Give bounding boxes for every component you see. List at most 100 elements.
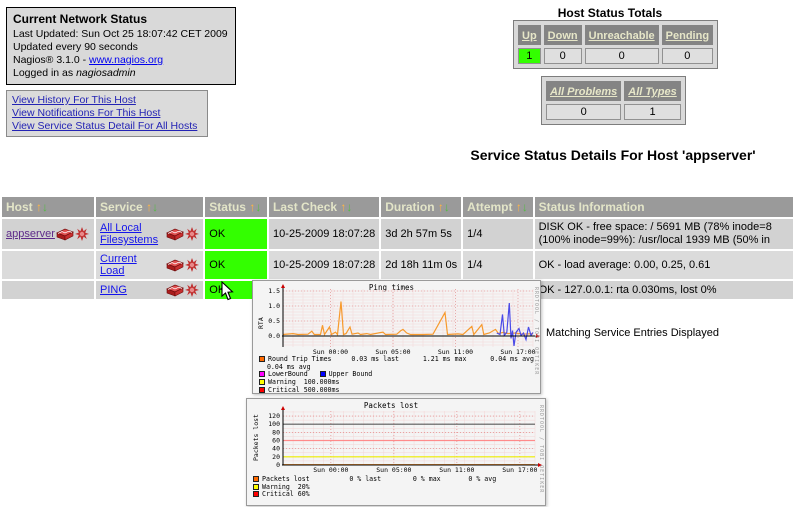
totals-header-unreachable[interactable]: Unreachable xyxy=(585,25,659,45)
table-row: appserver All Local Filesystems OK 10-25… xyxy=(2,219,793,249)
graph-legend: Packets lost 0 % last 0 % max 0 % avgWar… xyxy=(253,476,496,499)
last-check-cell: 10-25-2009 18:07:28 xyxy=(269,219,379,249)
service-cell: PING xyxy=(96,281,203,299)
host-totals-summary-table: All Problems All Types 0 1 xyxy=(541,76,686,125)
totals-up-count: 1 xyxy=(518,48,541,64)
service-link-ping[interactable]: PING xyxy=(100,284,163,296)
page-title: Service Status Details For Host 'appserv… xyxy=(430,147,795,163)
service-link-all-local-filesystems[interactable]: All Local Filesystems xyxy=(100,222,163,246)
view-service-status-link[interactable]: View Service Status Detail For All Hosts xyxy=(12,120,202,133)
view-notifications-link[interactable]: View Notifications For This Host xyxy=(12,107,202,120)
host-extinfo-icon[interactable] xyxy=(74,228,89,240)
svg-text:0: 0 xyxy=(276,461,280,469)
totals-header-all-types[interactable]: All Types xyxy=(624,81,681,101)
svg-text:40: 40 xyxy=(272,445,280,453)
host-commands-box: View History For This Host View Notifica… xyxy=(6,90,208,137)
view-history-link[interactable]: View History For This Host xyxy=(12,94,202,107)
svg-text:120: 120 xyxy=(268,412,280,420)
service-cell: Current Load xyxy=(96,251,203,279)
host-cell xyxy=(2,281,94,299)
rrdtool-watermark: RRDTOOL / TOBI OETIKER xyxy=(533,287,539,375)
last-check-cell: 10-25-2009 18:07:28 xyxy=(269,251,379,279)
service-link-current-load[interactable]: Current Load xyxy=(100,253,163,277)
totals-all-types-count: 1 xyxy=(624,104,681,120)
sort-down-icon: ↓ xyxy=(522,200,528,214)
host-link-appserver[interactable]: appserver xyxy=(6,228,55,240)
service-extinfo-icon[interactable] xyxy=(184,228,199,240)
legend-swatch xyxy=(253,484,259,490)
service-cell: All Local Filesystems xyxy=(96,219,203,249)
legend-swatch xyxy=(253,491,259,497)
col-header-attempt[interactable]: Attempt ↑↓ xyxy=(463,197,532,217)
update-interval-text: Updated every 90 seconds xyxy=(13,41,229,54)
sort-down-icon: ↓ xyxy=(42,200,48,214)
totals-all-problems-count: 0 xyxy=(546,104,621,120)
service-extinfo-icon[interactable] xyxy=(184,284,199,296)
col-header-last-check[interactable]: Last Check ↑↓ xyxy=(269,197,379,217)
legend-swatch xyxy=(259,379,265,385)
svg-text:80: 80 xyxy=(272,428,280,436)
totals-header-up[interactable]: Up xyxy=(518,25,541,45)
totals-header-down[interactable]: Down xyxy=(544,25,582,45)
status-cell-ok: OK xyxy=(205,251,267,279)
duration-cell: 2d 18h 11m 0s xyxy=(381,251,461,279)
network-status-title: Current Network Status xyxy=(13,12,229,26)
service-graph-icon[interactable] xyxy=(165,284,184,296)
col-header-service[interactable]: Service ↑↓ xyxy=(96,197,203,217)
totals-pending-count: 0 xyxy=(662,48,713,64)
graph-legend: Round Trip Times 0.03 ms last 1.21 ms ma… xyxy=(259,356,534,395)
mouse-cursor xyxy=(221,281,235,301)
col-header-status[interactable]: Status ↑↓ xyxy=(205,197,267,217)
host-totals-table: Up Down Unreachable Pending 1 0 0 0 xyxy=(513,20,718,69)
matching-entries-note: Matching Service Entries Displayed xyxy=(546,327,719,339)
svg-text:1.5: 1.5 xyxy=(268,287,280,295)
host-cell xyxy=(2,251,94,279)
legend-swatch xyxy=(259,371,265,377)
attempt-cell: 1/4 xyxy=(463,219,532,249)
status-information-cell: DISK OK - free space: / 5691 MB (78% ino… xyxy=(535,219,793,249)
current-network-status-box: Current Network Status Last Updated: Sun… xyxy=(6,7,236,85)
nagios-status-page: { "info_box": { "title": "Current Networ… xyxy=(0,0,795,507)
host-status-totals-title: Host Status Totals xyxy=(530,6,690,20)
legend-swatch xyxy=(320,371,326,377)
totals-header-all-problems[interactable]: All Problems xyxy=(546,81,621,101)
svg-text:Sun 05:00: Sun 05:00 xyxy=(376,466,411,474)
totals-down-count: 0 xyxy=(544,48,582,64)
rrdtool-watermark: RRDTOOL / TOBI OETIKER xyxy=(538,405,544,493)
service-graph-icon[interactable] xyxy=(165,228,184,240)
host-cell: appserver xyxy=(2,219,94,249)
packets-lost-graph-popup: Packets lost Packets lost 02040608010012… xyxy=(246,398,546,506)
duration-cell: 3d 2h 57m 5s xyxy=(381,219,461,249)
service-extinfo-icon[interactable] xyxy=(184,259,199,271)
svg-text:20: 20 xyxy=(272,453,280,461)
table-row: Current Load OK 10-25-2009 18:07:28 2d 1… xyxy=(2,251,793,279)
svg-text:0.0: 0.0 xyxy=(268,332,280,340)
logged-in-user: nagiosadmin xyxy=(76,67,136,79)
host-trends-icon[interactable] xyxy=(55,228,74,240)
sort-down-icon: ↓ xyxy=(255,200,261,214)
col-header-status-information[interactable]: Status Information xyxy=(535,197,793,217)
status-information-cell: OK - load average: 0.00, 0.25, 0.61 xyxy=(535,251,793,279)
last-updated-text: Last Updated: Sun Oct 25 18:07:42 CET 20… xyxy=(13,28,229,41)
service-graph-icon[interactable] xyxy=(165,259,184,271)
legend-swatch xyxy=(253,476,259,482)
attempt-cell: 1/4 xyxy=(463,251,532,279)
status-cell-ok: OK xyxy=(205,219,267,249)
svg-text:Sun 00:00: Sun 00:00 xyxy=(313,466,348,474)
svg-text:1.0: 1.0 xyxy=(268,302,280,310)
nagios-org-link[interactable]: www.nagios.org xyxy=(89,54,163,66)
sort-down-icon: ↓ xyxy=(346,200,352,214)
totals-unreachable-count: 0 xyxy=(585,48,659,64)
table-header-row: Host ↑↓ Service ↑↓ Status ↑↓ Last Check … xyxy=(2,197,793,217)
ping-times-graph-popup: Ping times RTA 0.00.51.01.5Sun 00:00Sun … xyxy=(252,280,541,394)
totals-header-pending[interactable]: Pending xyxy=(662,25,713,45)
svg-text:100: 100 xyxy=(268,420,280,428)
sort-down-icon: ↓ xyxy=(444,200,450,214)
legend-swatch xyxy=(259,356,265,362)
col-header-duration[interactable]: Duration ↑↓ xyxy=(381,197,461,217)
legend-swatch xyxy=(259,387,265,393)
col-header-host[interactable]: Host ↑↓ xyxy=(2,197,94,217)
sort-down-icon: ↓ xyxy=(152,200,158,214)
logged-in-line: Logged in as nagiosadmin xyxy=(13,67,229,80)
svg-text:60: 60 xyxy=(272,437,280,445)
